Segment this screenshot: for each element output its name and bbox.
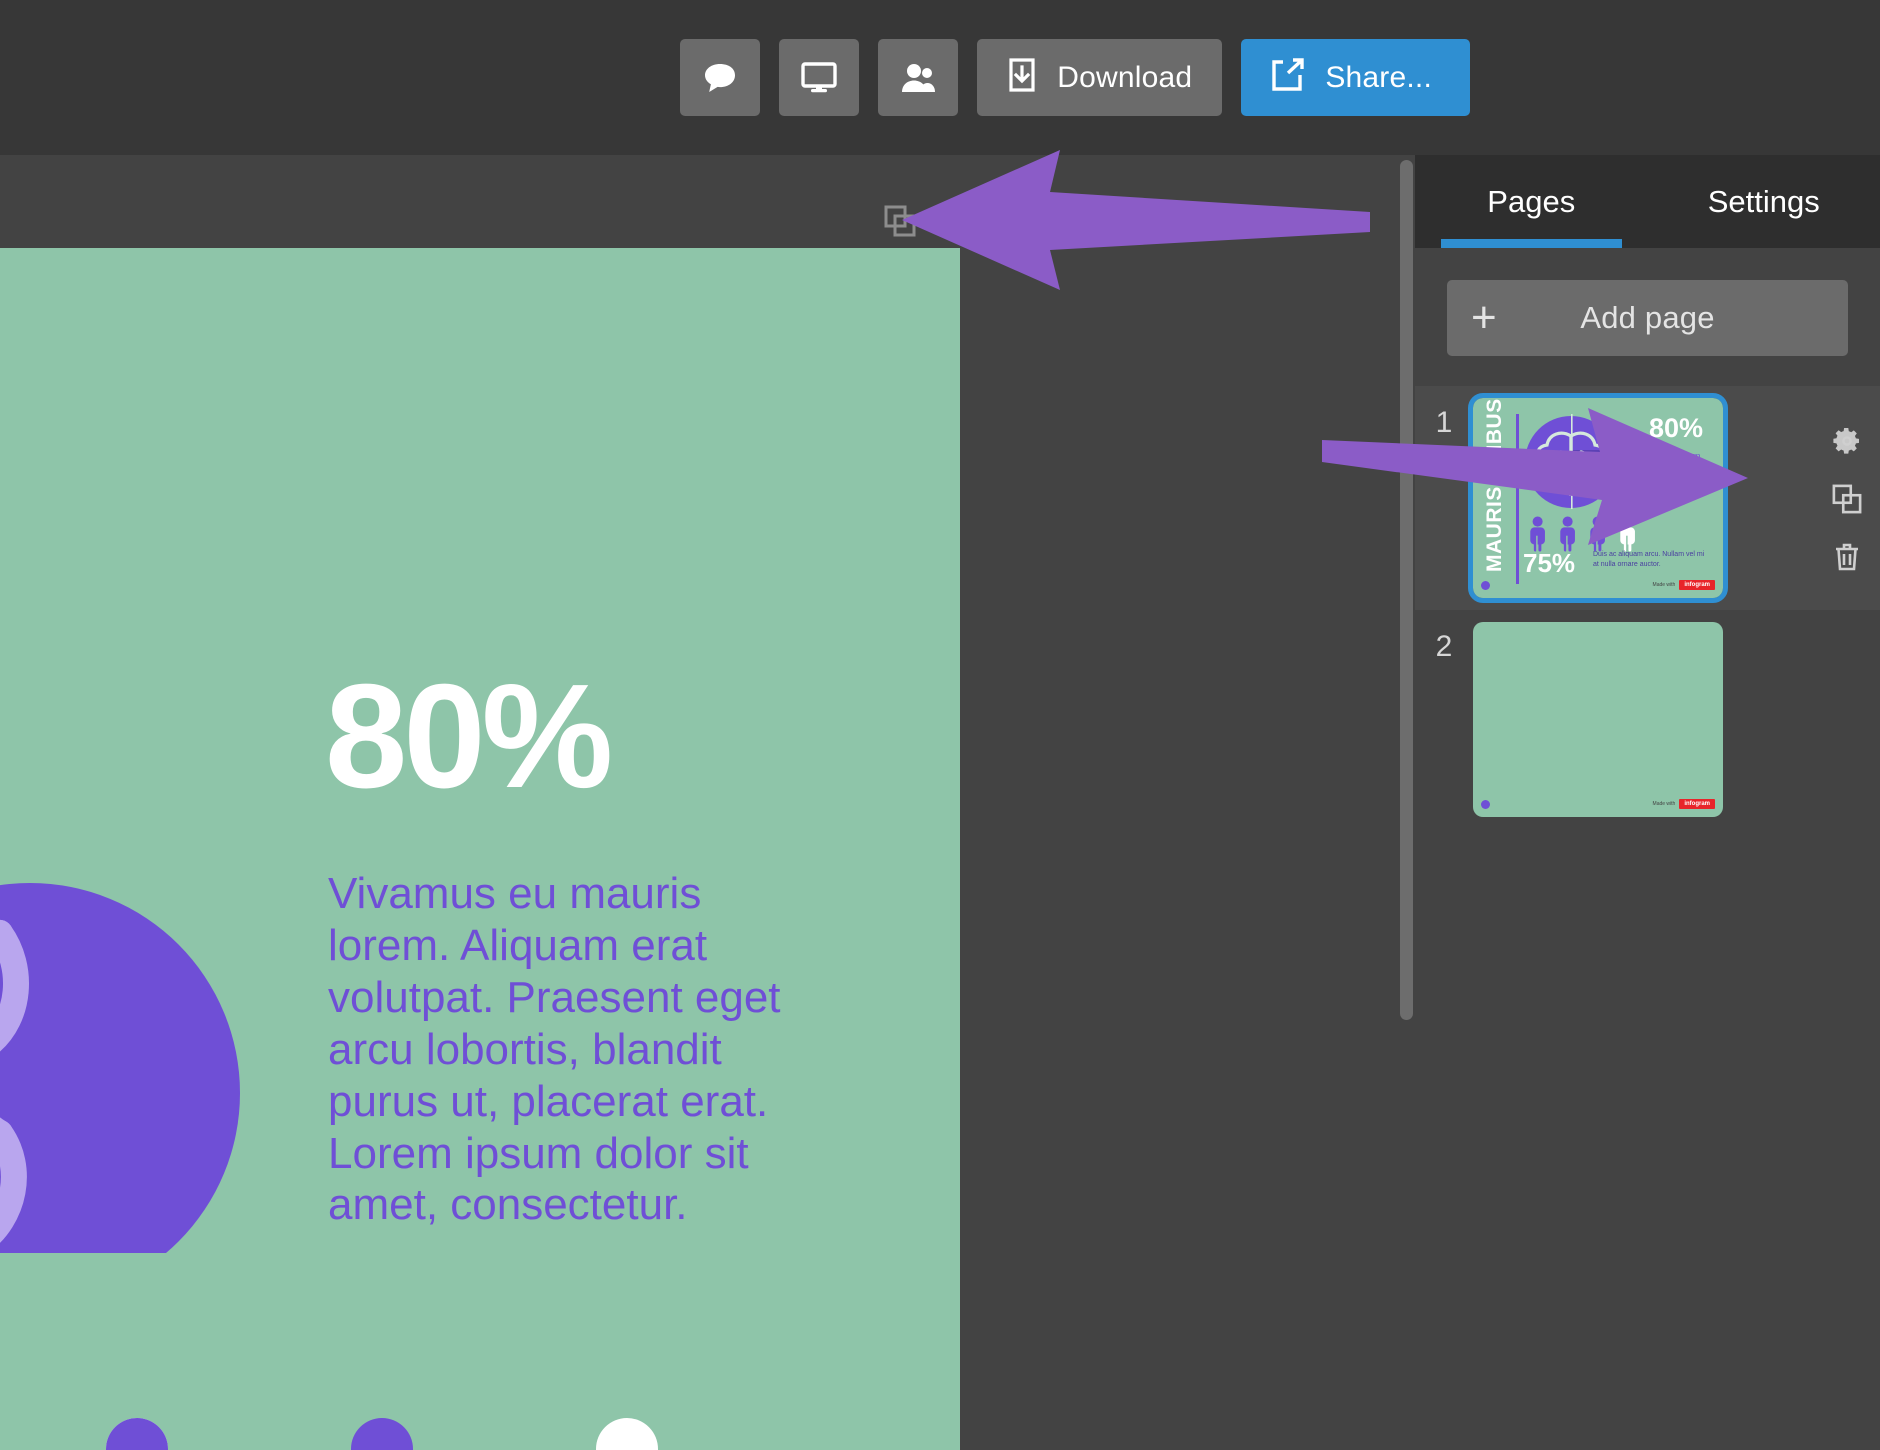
page-list-item[interactable]: 2 Made with infogram: [1415, 610, 1880, 830]
share-icon: [1271, 58, 1305, 97]
thumb-logo-dot: [1481, 800, 1490, 809]
add-page-button[interactable]: + Add page: [1447, 280, 1848, 356]
made-with-label: Made with: [1652, 801, 1676, 807]
infogram-brand: infogram: [1679, 799, 1715, 809]
duplicate-icon[interactable]: [884, 205, 916, 242]
thumb-logo-dot: [1481, 581, 1490, 590]
page-row-actions: [1832, 426, 1862, 572]
plus-icon: +: [1471, 293, 1497, 342]
page-thumbnail[interactable]: Made with infogram: [1473, 622, 1723, 817]
person-icon: [1530, 516, 1545, 552]
brain-illustration: [0, 753, 250, 1253]
infogram-editor: Download Share... 80% Vivamus eu mauris …: [0, 0, 1880, 1450]
tab-settings-label: Settings: [1707, 183, 1820, 219]
trash-icon[interactable]: [1833, 542, 1861, 572]
thumb-vertical-title: MAURIS APIBUS: [1483, 398, 1506, 572]
download-label: Download: [1057, 60, 1193, 94]
thumb-caption: Duis ac aliquam arcu. Nullam vel mi at n…: [1593, 551, 1705, 568]
person-icon: [1620, 516, 1635, 552]
present-button[interactable]: [779, 39, 860, 116]
page-list: 1 MAURIS APIBUS 80% Vivamus eu mauris lo…: [1415, 386, 1880, 830]
download-icon: [1007, 58, 1037, 97]
page-thumbnail-wrapper[interactable]: Made with infogram: [1473, 622, 1723, 817]
page-number: 2: [1435, 630, 1453, 663]
add-page-label: Add page: [1580, 300, 1715, 335]
made-with-label: Made with: [1652, 582, 1676, 588]
monitor-icon: [801, 61, 837, 94]
person-icon: [568, 1418, 703, 1450]
share-button[interactable]: Share...: [1241, 39, 1470, 116]
tab-pages-label: Pages: [1487, 183, 1576, 219]
canvas-area[interactable]: 80% Vivamus eu mauris lorem. Aliquam era…: [0, 248, 1415, 1450]
gear-icon[interactable]: [1832, 426, 1862, 456]
slide-percent-headline: 80%: [325, 654, 613, 819]
brain-outline-overlay-icon: [0, 883, 29, 1253]
canvas-scrollbar-thumb[interactable]: [1400, 160, 1413, 1020]
duplicate-icon[interactable]: [1832, 484, 1862, 514]
share-label: Share...: [1325, 60, 1432, 94]
right-panel: Pages Settings + Add page 1 MAURIS APIBU…: [1415, 155, 1880, 1450]
thumb-body-text: Vivamus eu mauris lorem. Aliquam erat vo…: [1599, 451, 1703, 486]
slide-body-text: Vivamus eu mauris lorem. Aliquam erat vo…: [328, 869, 781, 1230]
page-number: 1: [1435, 406, 1453, 439]
page-thumbnail[interactable]: MAURIS APIBUS 80% Vivamus eu mauris lore…: [1468, 393, 1728, 603]
people-icon: [900, 63, 936, 93]
tab-settings[interactable]: Settings: [1648, 155, 1880, 248]
add-page-container: + Add page: [1415, 248, 1880, 356]
speech-bubble-icon: [703, 62, 737, 94]
page-thumbnail-wrapper[interactable]: MAURIS APIBUS 80% Vivamus eu mauris lore…: [1468, 393, 1728, 603]
thumb-percent-top: 80%: [1648, 413, 1703, 443]
top-toolbar: Download Share...: [0, 0, 1880, 155]
tab-pages[interactable]: Pages: [1415, 155, 1648, 248]
person-icon: [1590, 516, 1605, 552]
person-icon: [78, 1418, 213, 1450]
toolbar-actions: Download Share...: [680, 39, 1470, 116]
people-pictogram-row: [78, 1418, 703, 1450]
comment-button[interactable]: [680, 39, 761, 116]
person-icon: [1560, 516, 1575, 552]
thumb-divider: [1516, 414, 1519, 584]
thumb-infogram-badge: Made with infogram: [1653, 799, 1715, 809]
download-button[interactable]: Download: [977, 39, 1223, 116]
panel-tabs: Pages Settings: [1415, 155, 1880, 248]
thumb-percent-bottom: 75%: [1523, 548, 1576, 578]
canvas-header-strip: [0, 155, 1415, 248]
person-icon: [323, 1418, 458, 1450]
thumb-people-row: [1528, 516, 1640, 552]
thumb-infogram-badge: Made with infogram: [1653, 580, 1715, 590]
page-list-item[interactable]: 1 MAURIS APIBUS 80% Vivamus eu mauris lo…: [1415, 386, 1880, 610]
collaborators-button[interactable]: [878, 39, 959, 116]
infogram-brand: infogram: [1679, 580, 1715, 590]
slide-canvas[interactable]: 80% Vivamus eu mauris lorem. Aliquam era…: [0, 248, 960, 1450]
